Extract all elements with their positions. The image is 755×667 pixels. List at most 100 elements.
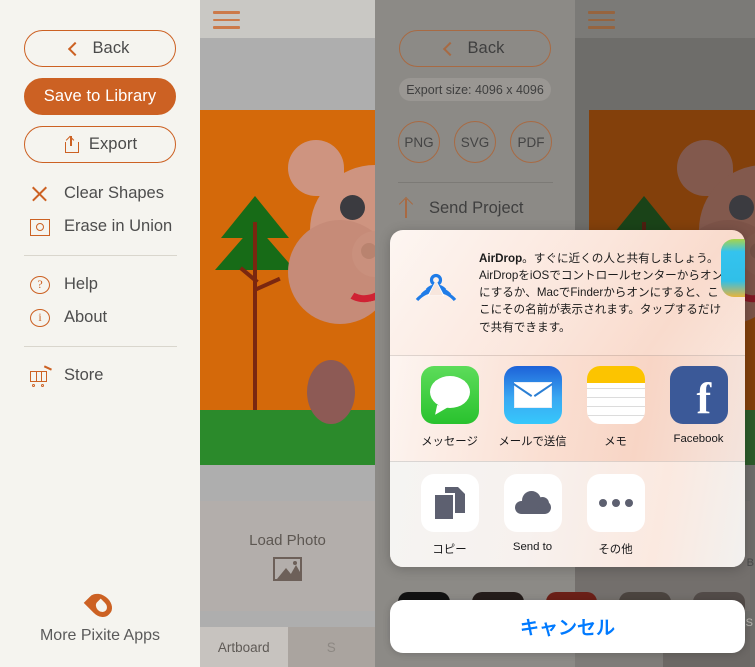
share-app-label: Facebook (673, 432, 724, 445)
divider (397, 182, 553, 183)
chevron-left-icon (68, 41, 83, 56)
share-app-partial-icon[interactable] (721, 239, 745, 297)
chevron-left-icon (443, 41, 458, 56)
cancel-button[interactable]: キャンセル (390, 600, 745, 653)
grass-shape (200, 410, 375, 465)
question-circle-icon: ? (30, 275, 50, 294)
more-pixite-apps-button[interactable]: More Pixite Apps (0, 588, 200, 645)
menu-item-label: Store (64, 366, 104, 384)
airdrop-text: AirDrop。すぐに近くの人と共有しましょう。AirDropをiOSでコントロ… (479, 250, 727, 336)
back-button[interactable]: Back (24, 30, 176, 67)
cancel-button-label: キャンセル (519, 618, 615, 639)
share-action-more[interactable]: その他 (574, 473, 657, 557)
share-app-label: メールで送信 (498, 435, 567, 448)
format-svg-label: SVG (460, 134, 490, 150)
pig-eye (729, 195, 754, 220)
export-size-chip: Export size: 4096 x 4096 (399, 78, 551, 101)
save-to-library-label: Save to Library (43, 87, 157, 105)
share-app-messages[interactable]: メッセージ (408, 365, 491, 449)
menu-item-label: About (64, 308, 108, 326)
format-svg-button[interactable]: SVG (454, 121, 496, 163)
export-format-row: PNG SVG PDF (375, 121, 575, 163)
load-photo-label: Load Photo (249, 531, 326, 549)
mail-icon (503, 365, 562, 424)
pig-foot (307, 360, 355, 424)
flame-logo-icon (83, 588, 117, 622)
load-photo-area[interactable]: Load Photo (200, 501, 375, 611)
tab-artboard[interactable]: Artboard (200, 627, 288, 667)
menu-item-erase-in-union[interactable]: Erase in Union (0, 210, 200, 243)
cart-icon (30, 364, 52, 387)
share-action-label: Send to (512, 540, 553, 553)
share-apps-row: メッセージ メールで送信 メモ f Facebook (390, 239, 745, 461)
more-pixite-apps-label: More Pixite Apps (39, 627, 161, 644)
hamburger-menu-icon[interactable] (213, 11, 240, 34)
arrow-up-icon (399, 198, 413, 218)
share-app-facebook[interactable]: f Facebook (657, 365, 740, 449)
menu-item-about[interactable]: i About (0, 301, 200, 334)
tree-branch-right (255, 276, 281, 292)
send-project-label: Send Project (429, 198, 524, 217)
messages-icon (420, 365, 479, 424)
menu-item-store[interactable]: Store (0, 359, 200, 392)
share-app-label: メモ (604, 435, 627, 448)
tab-artboard-label: Artboard (217, 639, 270, 655)
notes-icon (586, 365, 645, 424)
export-size-label: Export size: 4096 x 4096 (406, 82, 544, 97)
tree-trunk (253, 222, 257, 410)
square-circle-icon (30, 218, 50, 236)
menu-item-label: Erase in Union (64, 217, 173, 235)
menu-item-label: Help (64, 275, 98, 293)
export-button-label: Export (88, 135, 138, 153)
save-to-library-button[interactable]: Save to Library (24, 78, 176, 115)
share-app-notes[interactable]: メモ (574, 365, 657, 449)
cloud-icon (503, 473, 562, 532)
divider (23, 346, 177, 347)
facebook-icon: f (669, 365, 728, 424)
send-project-button[interactable]: Send Project (375, 198, 575, 218)
export-back-button[interactable]: Back (399, 30, 551, 67)
more-dots-icon (586, 473, 645, 532)
format-png-label: PNG (404, 134, 434, 150)
export-back-label: Back (467, 39, 505, 57)
menu-item-clear-shapes[interactable]: Clear Shapes (0, 177, 200, 210)
share-actions-row: コピー Send to その他 (390, 460, 745, 567)
hamburger-menu-icon[interactable] (588, 11, 615, 34)
copy-icon (420, 473, 479, 532)
menu-item-label: Clear Shapes (64, 184, 164, 202)
format-png-button[interactable]: PNG (398, 121, 440, 163)
pig-nostril (361, 243, 375, 259)
image-placeholder-icon (273, 556, 302, 581)
artboard-topbar-dimmed (575, 0, 755, 38)
share-action-label: その他 (598, 543, 633, 556)
artboard-tabbar: Artboard S (200, 627, 375, 667)
share-action-label: コピー (432, 543, 467, 556)
sidebar-menu-panel: Back Save to Library Export Clear Shapes… (0, 0, 200, 667)
artboard-topbar (200, 0, 375, 38)
info-circle-icon: i (30, 308, 50, 327)
edge-text-s: S (745, 617, 753, 629)
share-app-mail[interactable]: メールで送信 (491, 365, 574, 449)
ios-share-sheet: AirDrop。すぐに近くの人と共有しましょう。AirDropをiOSでコントロ… (390, 230, 745, 567)
share-action-send-to[interactable]: Send to (491, 473, 574, 557)
format-pdf-button[interactable]: PDF (510, 121, 552, 163)
artboard-panel: Load Photo Artboard S (200, 0, 375, 667)
menu-list: Clear Shapes Erase in Union ? Help i Abo… (0, 177, 200, 392)
airdrop-icon (410, 250, 462, 336)
artboard-canvas[interactable] (200, 110, 375, 465)
app-screenshot: Back Save to Library Export Clear Shapes… (0, 0, 755, 667)
divider (23, 255, 177, 256)
x-icon (30, 184, 50, 204)
menu-item-help[interactable]: ? Help (0, 268, 200, 301)
pig-eye (340, 195, 365, 220)
airdrop-title: AirDrop (479, 252, 523, 265)
export-button[interactable]: Export (24, 126, 176, 163)
tab-second[interactable]: S (287, 627, 375, 667)
tab-second-label: S (326, 639, 336, 655)
share-app-label: メッセージ (421, 435, 478, 448)
airdrop-section[interactable]: AirDrop。すぐに近くの人と共有しましょう。AirDropをiOSでコントロ… (390, 230, 745, 355)
format-pdf-label: PDF (517, 134, 545, 150)
edge-text-b: B (746, 557, 754, 569)
share-upload-icon (63, 135, 79, 153)
share-action-copy[interactable]: コピー (408, 473, 491, 557)
